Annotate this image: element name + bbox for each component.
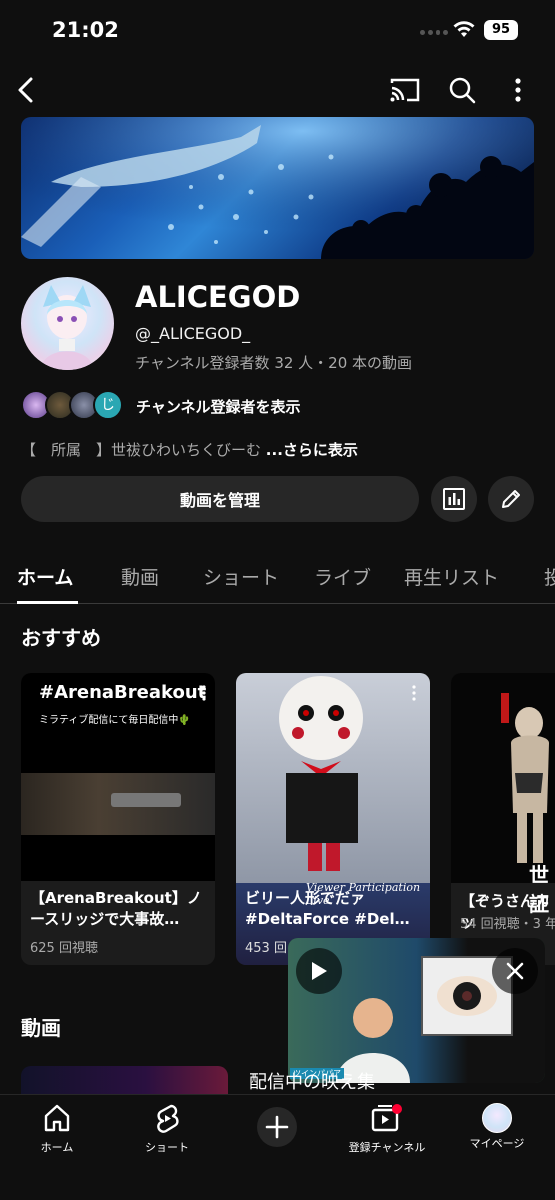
nav-label: ショート bbox=[145, 1141, 189, 1154]
channel-stats: チャンネル登録者数 32 人・20 本の動画 bbox=[135, 354, 413, 372]
video-thumbnail: 世証 bbox=[451, 673, 555, 916]
play-button[interactable] bbox=[296, 948, 342, 994]
section-videos: 動画 bbox=[21, 1016, 61, 1040]
tab-active-indicator bbox=[17, 601, 78, 604]
tab-videos[interactable]: 動画 bbox=[121, 563, 159, 590]
nav-label: ホーム bbox=[40, 1141, 74, 1154]
video-views: 625 回視聴 bbox=[30, 941, 98, 956]
nav-shorts[interactable]: ショート bbox=[117, 1103, 217, 1155]
manage-videos-button[interactable]: 動画を管理 bbox=[21, 476, 419, 522]
mini-player[interactable]: ツインパパア bbox=[288, 938, 545, 1083]
subscriber-avatar: じ bbox=[93, 390, 123, 420]
video-thumbnail[interactable] bbox=[21, 1066, 228, 1094]
close-mini-player-button[interactable] bbox=[492, 948, 538, 994]
video-title-line: #DeltaForce #Del… bbox=[245, 910, 410, 928]
edit-channel-button[interactable] bbox=[488, 476, 534, 522]
signal-dots-icon bbox=[420, 30, 448, 36]
video-title-line: ースリッジで大事故… bbox=[30, 910, 180, 928]
thumbnail-subtitle: ミラティブ配信にて毎日配信中🌵 bbox=[39, 715, 191, 726]
card-more-icon[interactable] bbox=[412, 685, 416, 701]
more-link[interactable]: ...さらに表示 bbox=[266, 441, 358, 459]
subscriber-avatars[interactable]: じ bbox=[21, 390, 125, 420]
plus-icon bbox=[265, 1115, 289, 1139]
channel-description[interactable]: 【 所属 】世祓ひわいちくびーむ ...さらに表示 bbox=[21, 439, 358, 460]
home-icon bbox=[44, 1104, 70, 1132]
channel-name: ALICEGOD bbox=[135, 280, 301, 314]
nav-mypage[interactable]: マイページ bbox=[447, 1103, 547, 1151]
search-icon[interactable] bbox=[446, 74, 478, 106]
pencil-icon bbox=[502, 490, 520, 508]
close-icon bbox=[506, 962, 524, 980]
video-views: 453 回 bbox=[245, 941, 287, 956]
video-title: ビリー人形でだァ #DeltaForce #Del… bbox=[245, 888, 410, 930]
video-thumbnail: #ArenaBreakout ミラティブ配信にて毎日配信中🌵 bbox=[21, 673, 215, 881]
tab-live[interactable]: ライブ bbox=[314, 563, 371, 590]
nav-subscriptions[interactable]: 登録チャンネル bbox=[337, 1103, 437, 1155]
nav-create[interactable] bbox=[227, 1107, 327, 1147]
nav-label: マイページ bbox=[469, 1137, 525, 1150]
channel-handle: @_ALICEGOD_ bbox=[135, 324, 251, 343]
section-recommended: おすすめ bbox=[21, 626, 101, 650]
profile-avatar bbox=[482, 1103, 512, 1133]
video-title-line: 【ArenaBreakout】ノ bbox=[30, 889, 202, 907]
tab-shorts[interactable]: ショート bbox=[203, 563, 279, 590]
wifi-icon bbox=[453, 21, 475, 37]
video-views: 54 回視聴・3 年 bbox=[460, 917, 555, 932]
status-time: 21:02 bbox=[52, 18, 119, 42]
analytics-button[interactable] bbox=[431, 476, 477, 522]
channel-tabs: ホーム 動画 ショート ライブ 再生リスト 投 bbox=[0, 556, 555, 604]
nav-label: 登録チャンネル bbox=[348, 1141, 426, 1154]
tab-home[interactable]: ホーム bbox=[17, 563, 73, 590]
thumbnail-title: #ArenaBreakout bbox=[39, 682, 207, 703]
description-text: 【 所属 】世祓ひわいちくびーむ bbox=[21, 441, 262, 459]
card-more-icon[interactable] bbox=[202, 685, 206, 701]
video-title: 【ArenaBreakout】ノ ースリッジで大事故… bbox=[30, 888, 202, 930]
video-thumbnail bbox=[236, 673, 430, 883]
more-vert-icon[interactable] bbox=[508, 74, 528, 106]
battery-indicator: 95 bbox=[484, 20, 518, 40]
channel-avatar bbox=[21, 277, 114, 370]
cast-icon[interactable] bbox=[388, 74, 422, 106]
gameplay-image bbox=[21, 773, 215, 835]
video-title-line: ビリー人形でだァ bbox=[245, 889, 366, 907]
video-card[interactable]: Viewer Participation Live ビリー人形でだァ #Delta… bbox=[236, 673, 430, 965]
video-card[interactable]: 世証 【ぞうさんカッ 54 回視聴・3 年 bbox=[451, 673, 555, 965]
subscriptions-icon bbox=[371, 1104, 402, 1132]
video-card[interactable]: #ArenaBreakout ミラティブ配信にて毎日配信中🌵 【ArenaBre… bbox=[21, 673, 215, 965]
tab-playlists[interactable]: 再生リスト bbox=[404, 563, 499, 590]
tab-posts[interactable]: 投 bbox=[544, 563, 555, 590]
create-button[interactable] bbox=[257, 1107, 297, 1147]
channel-banner bbox=[21, 117, 534, 259]
view-subscribers-link[interactable]: チャンネル登録者を表示 bbox=[136, 396, 301, 417]
bottom-navigation: ホーム ショート 登録チャンネル マイページ bbox=[0, 1094, 555, 1200]
shorts-icon bbox=[157, 1104, 179, 1133]
back-arrow-icon[interactable] bbox=[12, 74, 40, 106]
video-title[interactable]: 配信中の映え集 bbox=[249, 1068, 375, 1094]
play-icon bbox=[312, 962, 327, 980]
nav-home[interactable]: ホーム bbox=[7, 1103, 107, 1155]
analytics-icon bbox=[443, 488, 465, 510]
